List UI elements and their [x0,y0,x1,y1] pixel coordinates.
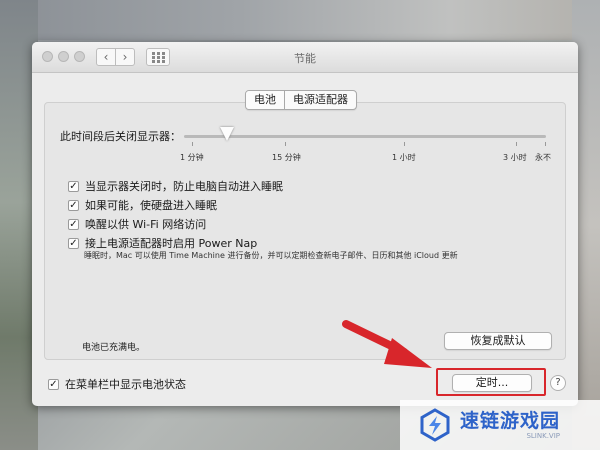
tick-label-1min: 1 分钟 [180,153,204,162]
slider-tick [404,142,405,146]
option-wifi-wake[interactable]: ✓ 唤醒以供 Wi-Fi 网络访问 [68,216,206,232]
option-label: 接上电源适配器时启用 Power Nap [85,237,258,250]
tab-battery[interactable]: 电池 [246,91,284,109]
tab-power-adapter[interactable]: 电源适配器 [284,91,356,109]
checkmark-icon: ✓ [49,378,58,390]
option-disk-sleep[interactable]: ✓ 如果可能，使硬盘进入睡眠 [68,197,217,213]
schedule-button[interactable]: 定时... [452,374,532,392]
option-label: 当显示器关闭时，防止电脑自动进入睡眠 [85,180,283,193]
checkmark-icon: ✓ [69,218,78,230]
restore-defaults-button[interactable]: 恢复成默认 [444,332,552,350]
slider-tick [545,142,546,146]
display-sleep-label: 此时间段后关闭显示器： [60,130,181,143]
watermark-logo-icon [420,408,450,442]
help-button[interactable]: ? [550,375,566,391]
display-sleep-slider[interactable] [184,135,546,138]
window-title: 节能 [294,52,316,65]
checkbox-wifi-wake[interactable]: ✓ [68,218,79,230]
checkbox-menu-bar-battery[interactable]: ✓ [48,378,59,390]
tick-label-never: 永不 [535,153,551,162]
power-nap-description: 睡眠时，Mac 可以使用 Time Machine 进行备份，并可以定期检查新电… [84,251,458,260]
menu-bar-battery-option[interactable]: ✓ 在菜单栏中显示电池状态 [48,376,186,392]
tick-label-3hours: 3 小时 [503,153,527,162]
checkbox-disk-sleep[interactable]: ✓ [68,199,79,211]
option-label: 如果可能，使硬盘进入睡眠 [85,199,217,212]
tick-label-1hour: 1 小时 [392,153,416,162]
red-arrow-icon [342,320,432,368]
checkbox-power-nap[interactable]: ✓ [68,237,79,249]
title-bar: ‹ › 节能 [32,42,578,73]
slider-tick [192,142,193,146]
checkmark-icon: ✓ [69,199,78,211]
checkmark-icon: ✓ [69,237,78,249]
desktop-background-top [0,0,600,40]
watermark-subtext: SLINK.VIP [526,432,561,440]
checkmark-icon: ✓ [69,180,78,192]
watermark-text: 速链游戏园 [460,410,561,432]
option-prevent-sleep[interactable]: ✓ 当显示器关闭时，防止电脑自动进入睡眠 [68,178,283,194]
watermark: 速链游戏园 SLINK.VIP [400,400,600,450]
energy-saver-window: ‹ › 节能 电池 电源适配器 此时间段后关闭显示器： 1 分钟 15 分钟 1… [32,42,578,406]
option-label: 在菜单栏中显示电池状态 [65,378,186,391]
slider-tick [516,142,517,146]
tick-label-15min: 15 分钟 [272,153,301,162]
checkbox-prevent-sleep[interactable]: ✓ [68,180,79,192]
option-power-nap[interactable]: ✓ 接上电源适配器时启用 Power Nap [68,235,257,251]
tab-bar: 电池 电源适配器 [245,90,357,110]
battery-status: 电池已充满电。 [82,343,146,353]
slider-thumb[interactable] [220,127,235,141]
option-label: 唤醒以供 Wi-Fi 网络访问 [85,218,207,231]
slider-tick [285,142,286,146]
